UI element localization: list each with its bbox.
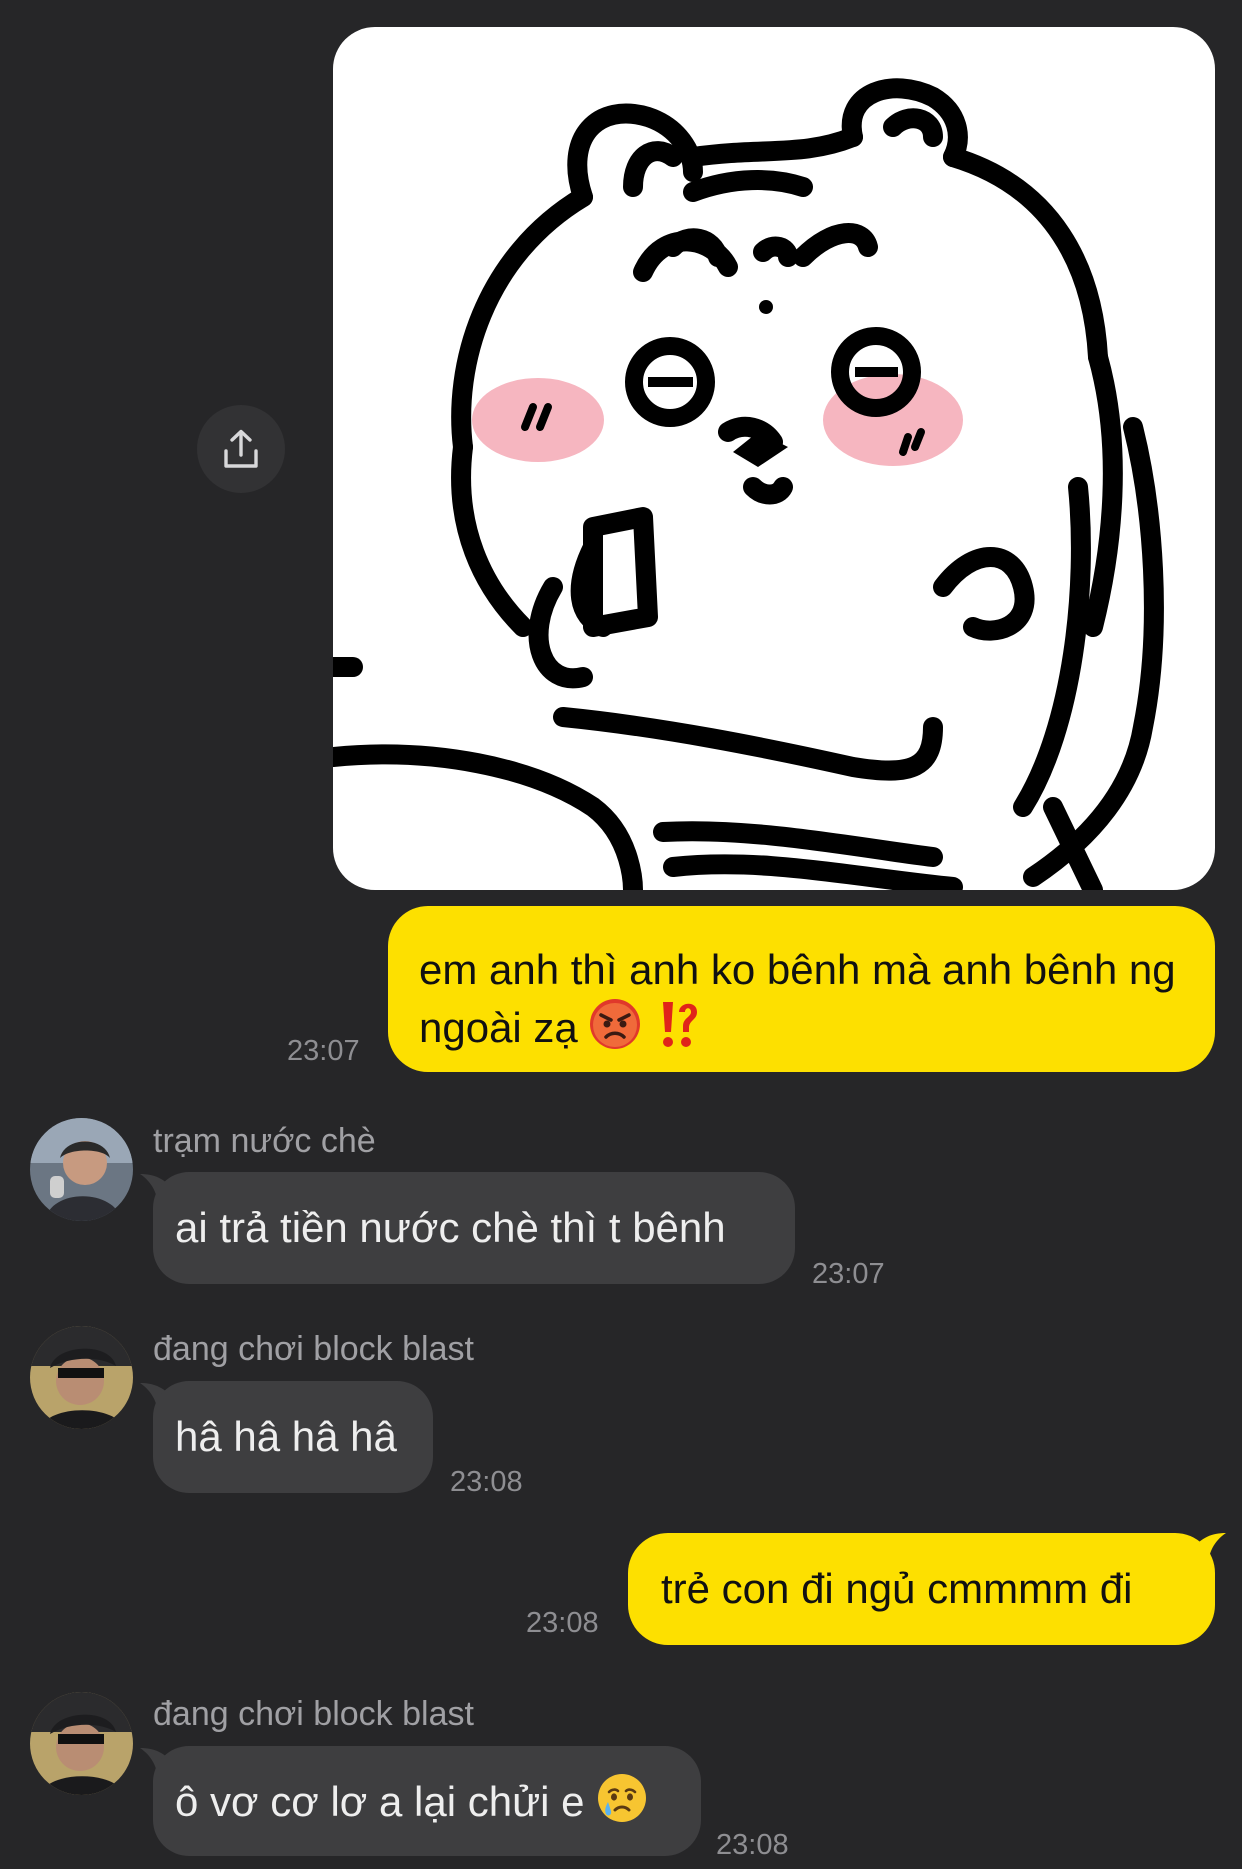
share-icon — [224, 429, 258, 468]
message-timestamp: 23:07 — [287, 1035, 360, 1067]
angry-face-emoji — [589, 998, 641, 1064]
message-text: hâ hâ hâ hâ — [175, 1413, 397, 1460]
crying-face-emoji — [596, 1772, 648, 1838]
incoming-message-bubble[interactable]: ô vơ cơ lơ a lại chửi e — [153, 1746, 701, 1856]
sender-name: đang chơi block blast — [153, 1330, 474, 1368]
avatar[interactable] — [30, 1692, 133, 1795]
exclamation-question-mark-emoji — [653, 998, 701, 1064]
message-timestamp: 23:08 — [716, 1829, 789, 1861]
message-timestamp: 23:08 — [450, 1466, 523, 1498]
hamster-sticker-drawing — [333, 78, 1164, 890]
message-text: ô vơ cơ lơ a lại chửi e — [175, 1778, 585, 1825]
sender-name: trạm nước chè — [153, 1122, 376, 1160]
outgoing-message-bubble[interactable]: em anh thì anh ko bênh mà anh bênh ng ng… — [388, 906, 1215, 1072]
incoming-message-bubble[interactable]: hâ hâ hâ hâ — [153, 1381, 433, 1493]
avatar[interactable] — [30, 1118, 133, 1221]
incoming-message-bubble[interactable]: ai trả tiền nước chè thì t bênh — [153, 1172, 795, 1284]
chat-thread: 23:07 em anh thì anh ko bênh mà anh bênh… — [0, 0, 1242, 1869]
message-text: trẻ con đi ngủ cmmmm đi — [661, 1565, 1133, 1612]
sender-name: đang chơi block blast — [153, 1695, 474, 1733]
share-button[interactable] — [197, 405, 285, 493]
avatar[interactable] — [30, 1326, 133, 1429]
bubble-tail — [1190, 1533, 1226, 1567]
message-timestamp: 23:08 — [526, 1607, 599, 1639]
outgoing-message-bubble[interactable]: trẻ con đi ngủ cmmmm đi — [628, 1533, 1215, 1645]
sticker-angry-hamster[interactable] — [333, 27, 1215, 890]
message-text: ai trả tiền nước chè thì t bênh — [175, 1204, 726, 1251]
message-text: em anh thì anh ko bênh mà anh bênh ng ng… — [419, 946, 1176, 1051]
message-timestamp: 23:07 — [812, 1258, 885, 1290]
